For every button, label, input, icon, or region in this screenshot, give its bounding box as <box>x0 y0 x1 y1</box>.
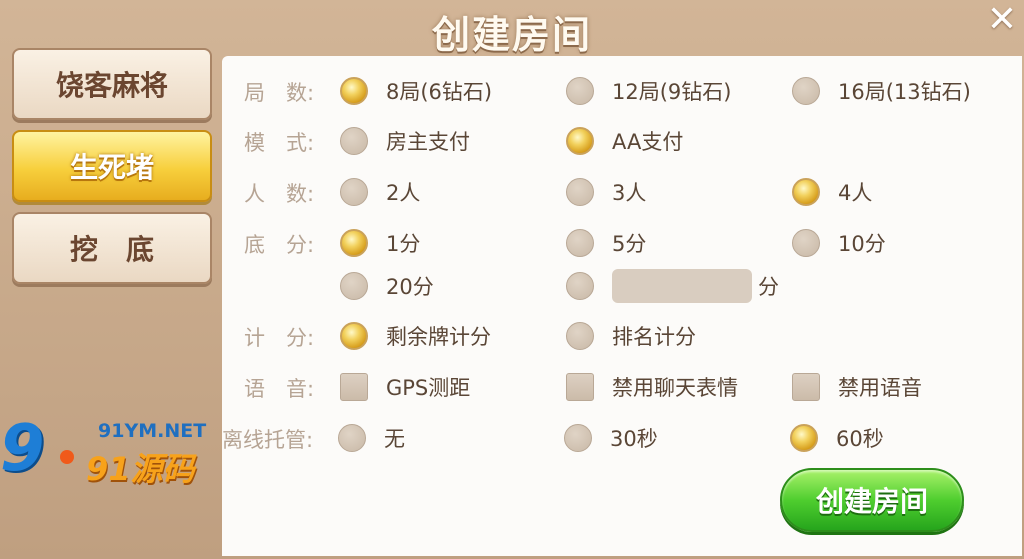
radio-icon <box>564 424 592 452</box>
radio-icon <box>566 272 594 300</box>
mode-option-host-pay[interactable]: 房主支付 <box>340 126 470 156</box>
radio-icon <box>792 77 820 105</box>
radio-selected-icon <box>340 322 368 350</box>
base-score-option-10[interactable]: 10分 <box>792 228 886 258</box>
radio-selected-icon <box>566 127 594 155</box>
radio-icon <box>340 272 368 300</box>
checkbox-icon <box>340 373 368 401</box>
rounds-label: 局 数: <box>244 81 315 105</box>
radio-icon <box>566 229 594 257</box>
tab-wadi[interactable]: 挖 底 <box>12 212 212 284</box>
voice-label: 语 音: <box>244 377 315 401</box>
radio-icon <box>792 229 820 257</box>
radio-selected-icon <box>340 77 368 105</box>
tab-shengsidu[interactable]: 生死堵 <box>12 130 212 202</box>
voice-option-disable-emoji[interactable]: 禁用聊天表情 <box>566 372 738 402</box>
mode-option-aa-pay[interactable]: AA支付 <box>566 126 683 156</box>
offline-option-none[interactable]: 无 <box>338 423 405 453</box>
watermark-logo: 9 91YM.NET 91源码 <box>0 412 210 492</box>
create-room-button[interactable]: 创建房间 <box>780 468 964 532</box>
offline-label: 离线托管: <box>222 428 314 452</box>
tab-raoke-mahjong[interactable]: 饶客麻将 <box>12 48 212 120</box>
tab-label: 挖 底 <box>69 233 154 266</box>
watermark-number: 9 <box>0 412 44 486</box>
custom-score-input[interactable] <box>612 269 752 303</box>
radio-icon <box>566 178 594 206</box>
base-score-option-custom[interactable]: 分 <box>566 269 779 303</box>
tab-label: 饶客麻将 <box>55 69 168 102</box>
players-option-3[interactable]: 3人 <box>566 177 646 207</box>
watermark-brand: 91源码 <box>86 450 195 488</box>
offline-option-60s[interactable]: 60秒 <box>790 423 884 453</box>
players-label: 人 数: <box>244 182 315 206</box>
players-option-4[interactable]: 4人 <box>792 177 872 207</box>
radio-icon <box>566 322 594 350</box>
close-button[interactable]: ✕ <box>984 2 1020 38</box>
radio-icon <box>340 127 368 155</box>
custom-score-suffix: 分 <box>758 275 779 299</box>
radio-selected-icon <box>340 229 368 257</box>
watermark-dot-icon <box>60 450 74 464</box>
voice-option-gps[interactable]: GPS测距 <box>340 372 470 402</box>
tab-label: 生死堵 <box>69 151 154 184</box>
voice-option-disable-voice[interactable]: 禁用语音 <box>792 372 922 402</box>
radio-selected-icon <box>790 424 818 452</box>
close-icon: ✕ <box>986 0 1018 40</box>
watermark-site: 91YM.NET <box>98 420 207 442</box>
base-score-option-20[interactable]: 20分 <box>340 271 434 301</box>
radio-selected-icon <box>792 178 820 206</box>
base-score-option-5[interactable]: 5分 <box>566 228 646 258</box>
offline-option-30s[interactable]: 30秒 <box>564 423 658 453</box>
radio-icon <box>566 77 594 105</box>
checkbox-icon <box>792 373 820 401</box>
players-option-2[interactable]: 2人 <box>340 177 420 207</box>
base-score-option-1[interactable]: 1分 <box>340 228 420 258</box>
scoring-option-remaining[interactable]: 剩余牌计分 <box>340 321 491 351</box>
rounds-option-16[interactable]: 16局(13钻石) <box>792 76 971 106</box>
checkbox-icon <box>566 373 594 401</box>
base-score-label: 底 分: <box>244 233 315 257</box>
rounds-option-12[interactable]: 12局(9钻石) <box>566 76 731 106</box>
radio-icon <box>340 178 368 206</box>
radio-icon <box>338 424 366 452</box>
scoring-option-ranking[interactable]: 排名计分 <box>566 321 696 351</box>
mode-label: 模 式: <box>244 131 315 155</box>
rounds-option-8[interactable]: 8局(6钻石) <box>340 76 492 106</box>
scoring-label: 计 分: <box>244 326 315 350</box>
